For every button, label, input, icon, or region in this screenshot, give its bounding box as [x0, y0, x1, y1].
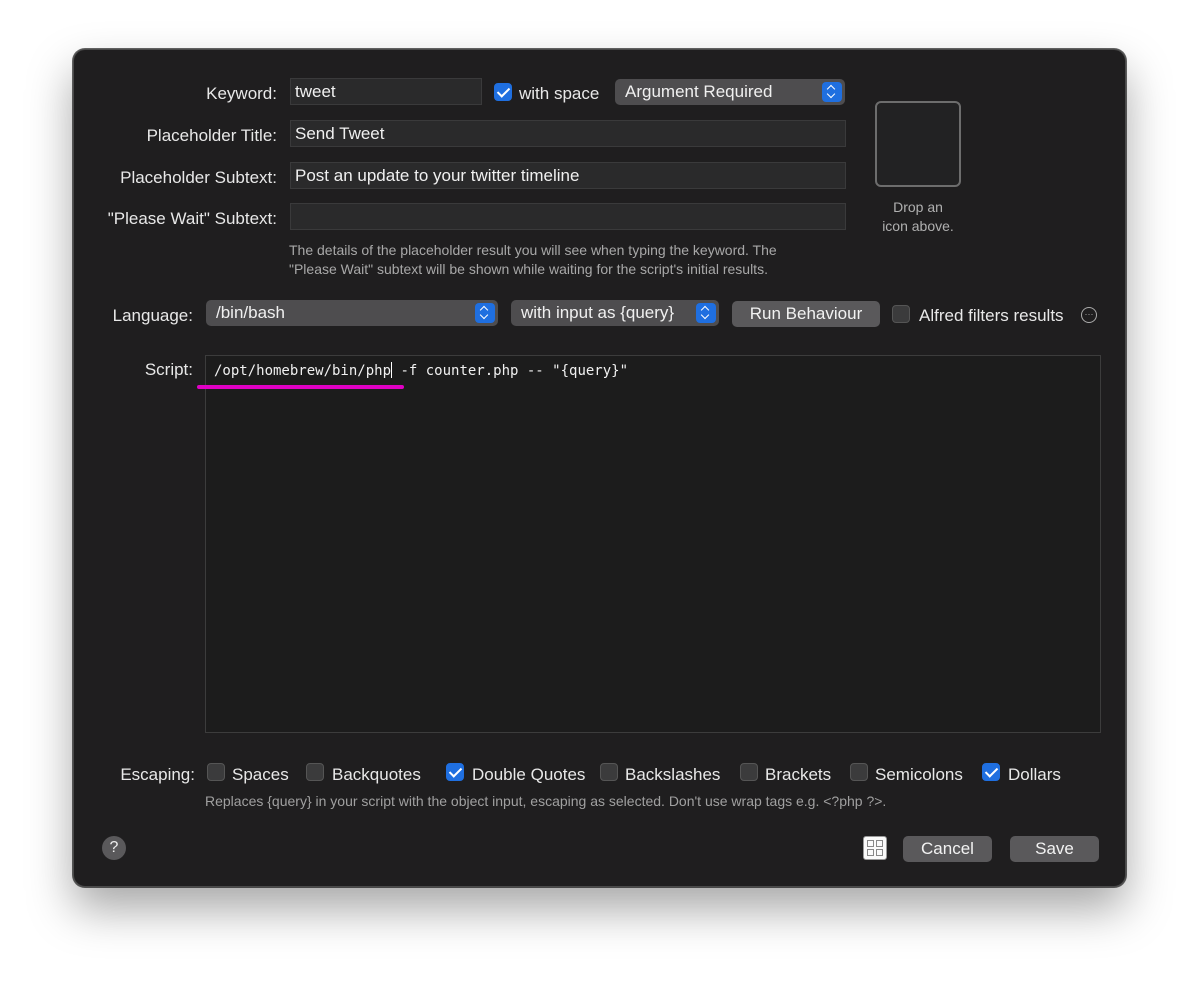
- escape-brackets-checkbox[interactable]: [740, 763, 758, 781]
- language-popup[interactable]: /bin/bash: [206, 300, 498, 326]
- highlight-underline: [197, 385, 404, 389]
- with-space-label: with space: [519, 84, 600, 103]
- please-wait-input[interactable]: [290, 203, 846, 230]
- placeholder-subtext-input[interactable]: Post an update to your twitter timeline: [290, 162, 846, 189]
- escaping-label: Escaping:: [120, 765, 195, 784]
- icon-drop-hint-line1: Drop an: [893, 199, 943, 215]
- argument-popup[interactable]: Argument Required: [615, 79, 845, 105]
- escape-double-quotes-label: Double Quotes: [472, 765, 586, 784]
- popup-stepper-icon: [696, 303, 716, 323]
- argument-popup-value: Argument Required: [625, 82, 773, 101]
- popup-stepper-icon: [475, 303, 495, 323]
- placeholder-hint: The details of the placeholder result yo…: [289, 241, 777, 279]
- script-label: Script:: [144, 360, 193, 379]
- script-filter-dialog: Keyword: tweet with space Argument Requi…: [73, 49, 1126, 887]
- with-space-checkbox[interactable]: [494, 83, 512, 101]
- script-editor[interactable]: /opt/homebrew/bin/php -f counter.php -- …: [205, 355, 1101, 733]
- icon-drop-hint: Drop an icon above.: [868, 198, 968, 236]
- escape-semicolons-label: Semicolons: [875, 765, 963, 784]
- ellipsis-circle-icon[interactable]: ···: [1081, 307, 1097, 323]
- please-wait-label: "Please Wait" Subtext:: [107, 209, 277, 228]
- escape-spaces-checkbox[interactable]: [207, 763, 225, 781]
- keyword-label: Keyword:: [206, 84, 277, 103]
- placeholder-subtext-label: Placeholder Subtext:: [120, 168, 277, 187]
- save-button[interactable]: Save: [1010, 836, 1099, 862]
- escape-backquotes-checkbox[interactable]: [306, 763, 324, 781]
- input-mode-popup[interactable]: with input as {query}: [511, 300, 719, 326]
- cancel-button[interactable]: Cancel: [903, 836, 992, 862]
- keyword-input[interactable]: tweet: [290, 78, 482, 105]
- escape-brackets-label: Brackets: [765, 765, 832, 784]
- popup-stepper-icon: [822, 82, 842, 102]
- icon-drop-well[interactable]: [875, 101, 961, 187]
- escape-spaces-label: Spaces: [232, 765, 289, 784]
- icon-drop-hint-line2: icon above.: [882, 218, 954, 234]
- escape-backslashes-checkbox[interactable]: [600, 763, 618, 781]
- alfred-filters-label: Alfred filters results: [919, 306, 1064, 325]
- language-label: Language:: [112, 306, 193, 325]
- escape-dollars-checkbox[interactable]: [982, 763, 1000, 781]
- language-popup-value: /bin/bash: [216, 303, 285, 322]
- escaping-hint: Replaces {query} in your script with the…: [205, 793, 887, 809]
- help-button[interactable]: ?: [102, 836, 126, 860]
- script-args: -f counter.php -- "{query}": [392, 363, 629, 379]
- escape-semicolons-checkbox[interactable]: [850, 763, 868, 781]
- placeholder-hint-line2: "Please Wait" subtext will be shown whil…: [289, 261, 768, 277]
- input-mode-popup-value: with input as {query}: [521, 303, 675, 322]
- alfred-filters-checkbox[interactable]: [892, 305, 910, 323]
- escape-backslashes-label: Backslashes: [625, 765, 721, 784]
- placeholder-hint-line1: The details of the placeholder result yo…: [289, 242, 777, 258]
- grid-icon[interactable]: [863, 836, 887, 860]
- placeholder-title-label: Placeholder Title:: [146, 126, 277, 145]
- run-behaviour-button[interactable]: Run Behaviour: [732, 301, 880, 327]
- placeholder-title-input[interactable]: Send Tweet: [290, 120, 846, 147]
- escape-double-quotes-checkbox[interactable]: [446, 763, 464, 781]
- script-php-path: /opt/homebrew/bin/php: [214, 363, 392, 379]
- escape-dollars-label: Dollars: [1008, 765, 1061, 784]
- escape-backquotes-label: Backquotes: [332, 765, 421, 784]
